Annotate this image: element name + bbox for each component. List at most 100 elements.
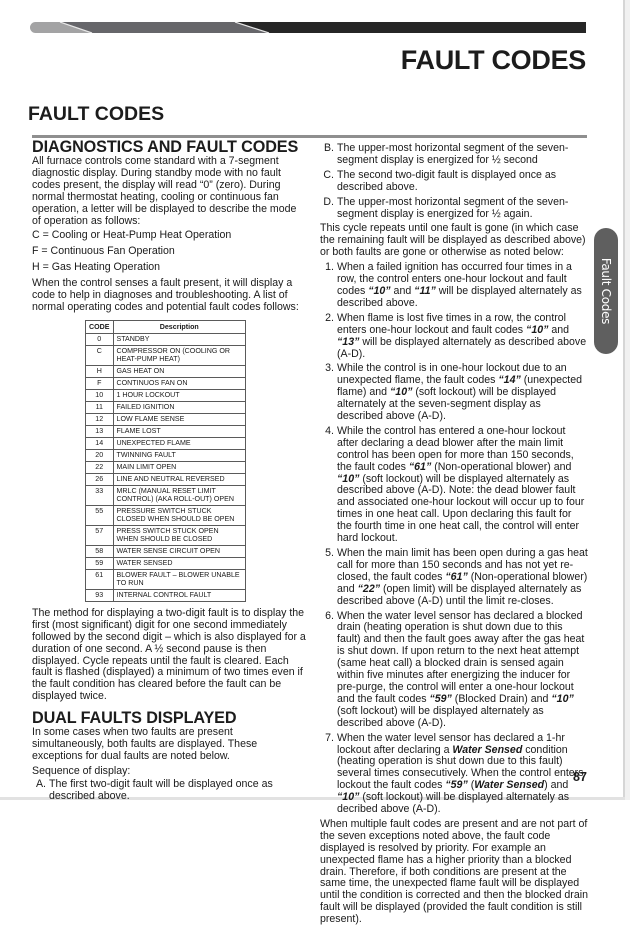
right-column: B. The upper-most horizontal segment of … — [320, 142, 588, 929]
table-row: 55 PRESSURE SWITCH STUCK CLOSED WHEN SHOU… — [85, 504, 246, 526]
table-row: 22 MAIN LIMIT OPEN — [85, 460, 246, 474]
sequence-step-d: D. The upper-most horizontal segment of … — [320, 195, 588, 221]
table-row: 12 LOW FLAME SENSE — [85, 412, 246, 426]
exception-number: 4. — [325, 424, 334, 437]
priority-paragraph: When multiple fault codes are present an… — [320, 817, 588, 926]
fault-code-cell: F — [85, 376, 114, 390]
fault-code-cell: 58 — [85, 544, 114, 558]
exception-text-part: (Non-operational blower) and — [431, 460, 572, 473]
fault-description-cell: PRESS SWITCH STUCK OPEN WHEN SHOULD BE C… — [112, 524, 246, 546]
exception-text-part: (soft lockout) will be displayed alterna… — [337, 704, 544, 729]
fault-description-cell: WATER SENSED — [112, 556, 246, 570]
emphasized-code: “10” — [551, 692, 574, 705]
fault-description-cell: COMPRESSOR ON (COOLING OR HEAT-PUMP HEAT… — [112, 344, 246, 366]
table-row: 57 PRESS SWITCH STUCK OPEN WHEN SHOULD BE… — [85, 524, 246, 546]
dual-faults-heading: DUAL FAULTS DISPLAYED — [32, 709, 237, 728]
exception-number: 6. — [325, 609, 334, 622]
emphasized-code: Water Sensed — [452, 743, 523, 756]
emphasized-code: “13” — [337, 335, 360, 348]
sequence-step-b: B. The upper-most horizontal segment of … — [320, 142, 588, 167]
emphasized-code: “11” — [414, 284, 436, 297]
table-row: 61 BLOWER FAULT – BLOWER UNABLE TO RUN — [85, 568, 246, 590]
method-paragraph: The method for displaying a two-digit fa… — [32, 606, 306, 703]
exception-text-part: and — [548, 323, 570, 336]
table-row: 10 1 HOUR LOCKOUT — [85, 388, 246, 402]
diagnostics-intro: All furnace controls come standard with … — [32, 155, 297, 227]
step-text: The second two-digit fault is displayed … — [337, 168, 557, 193]
step-marker: A. — [35, 777, 46, 790]
fault-code-cell: 55 — [85, 504, 114, 526]
table-header-row: CODE Description — [85, 319, 246, 334]
exception-text-part: ) and — [544, 779, 569, 792]
sequence-step-a: A. The first two-digit fault will be dis… — [32, 777, 307, 803]
exception-text: When the main limit has been open during… — [337, 547, 588, 608]
exception-text-part: and — [390, 284, 415, 297]
fault-codes-table: CODE Description 0 STANDBY C COMPRESSOR ON … — [85, 319, 246, 602]
mode-fan: F = Continuous Fan Operation — [32, 245, 175, 258]
diagnostics-heading: DIAGNOSTICS AND FAULT CODES — [32, 138, 299, 156]
table-row: 26 LINE AND NEUTRAL REVERSED — [85, 472, 246, 486]
fault-code-cell: 93 — [85, 588, 114, 602]
exception-number: 3. — [325, 362, 334, 375]
exception-text: When flame is lost five times in a row, … — [337, 312, 588, 361]
exception-text-part: When the water level sensor has declared… — [337, 609, 585, 705]
fault-code-cell: 61 — [85, 568, 114, 590]
page-edge-shadow — [625, 0, 630, 800]
table-row: 33 MRLC (MANUAL RESET LIMIT CONTROL) (AKA… — [85, 484, 246, 506]
page-title: FAULT CODES — [400, 45, 587, 75]
exception-number: 1. — [325, 261, 334, 274]
table-row: H GAS HEAT ON — [85, 364, 246, 378]
table-row: 20 TWINNING FAULT — [85, 448, 246, 462]
fault-description-cell: TWINNING FAULT — [112, 448, 246, 462]
fault-description-cell: MAIN LIMIT OPEN — [112, 460, 246, 474]
fault-description-cell: CONTINUOS FAN ON — [112, 376, 246, 390]
sequence-label: Sequence of display: — [32, 764, 131, 777]
fault-code-cell: 10 — [85, 388, 114, 402]
fault-description-cell: FLAME LOST — [112, 424, 246, 438]
exceptions-list: 1. When a failed ignition has occurred fo… — [320, 261, 588, 816]
step-marker: D. — [323, 195, 334, 208]
exception-item: 5. When the main limit has been open duri… — [320, 547, 588, 608]
mode-heating: H = Gas Heating Operation — [32, 261, 161, 274]
emphasized-code: “10” — [390, 386, 413, 399]
emphasized-code: “61” — [445, 570, 468, 583]
header-decorative-bar — [30, 22, 586, 33]
exception-text: While the control has entered a one-hour… — [337, 425, 588, 545]
exception-text: When the water level sensor has declared… — [337, 609, 588, 730]
step-text: The upper-most horizontal segment of the… — [337, 195, 569, 220]
fault-code-cell: 57 — [85, 524, 114, 546]
exception-number: 5. — [325, 547, 334, 559]
emphasized-code: “10” — [337, 472, 360, 485]
exception-text-part: (Blocked Drain) and — [451, 692, 552, 705]
fault-description-cell: 1 HOUR LOCKOUT — [112, 388, 246, 402]
dual-faults-intro: In some cases when two faults are presen… — [32, 726, 258, 762]
emphasized-code: “10” — [526, 323, 549, 336]
section-side-tab[interactable]: Fault Codes — [594, 228, 618, 354]
fault-description-cell: BLOWER FAULT – BLOWER UNABLE TO RUN — [112, 568, 246, 590]
emphasized-code: “10” — [337, 791, 360, 804]
table-row: 93 INTERNAL CONTROL FAULT — [85, 588, 246, 602]
fault-code-cell: 14 — [85, 436, 114, 450]
column-header-description: Description — [112, 319, 246, 334]
table-row: 14 UNEXPECTED FLAME — [85, 436, 246, 450]
cycle-paragraph: This cycle repeats until one fault is go… — [320, 222, 586, 259]
column-header-code: CODE — [85, 319, 114, 334]
fault-code-cell: 0 — [85, 332, 114, 346]
fault-description-cell: UNEXPECTED FLAME — [112, 436, 246, 450]
table-row: F CONTINUOS FAN ON — [85, 376, 246, 390]
exception-item: 7. When the water level sensor has declar… — [320, 732, 588, 816]
fault-description-cell: GAS HEAT ON — [112, 364, 246, 378]
exception-text: While the control is in one-hour lockout… — [337, 362, 588, 423]
fault-code-cell: 33 — [85, 484, 114, 506]
fault-code-cell: 12 — [85, 412, 114, 426]
emphasized-code: “10” — [368, 284, 391, 297]
exception-item: 4. While the control has entered a one-ho… — [320, 424, 588, 545]
emphasized-code: “61” — [408, 460, 432, 473]
sequence-step-c: C. The second two-digit fault is display… — [320, 168, 588, 194]
table-row: 11 FAILED IGNITION — [85, 400, 246, 414]
emphasized-code: “22” — [357, 582, 381, 595]
exception-text: When a failed ignition has occurred four… — [337, 261, 588, 310]
table-row: 0 STANDBY — [85, 332, 246, 346]
fault-description-cell: PRESSURE SWITCH STUCK CLOSED WHEN SHOULD… — [112, 504, 246, 526]
fault-description-cell: LOW FLAME SENSE — [112, 412, 246, 426]
